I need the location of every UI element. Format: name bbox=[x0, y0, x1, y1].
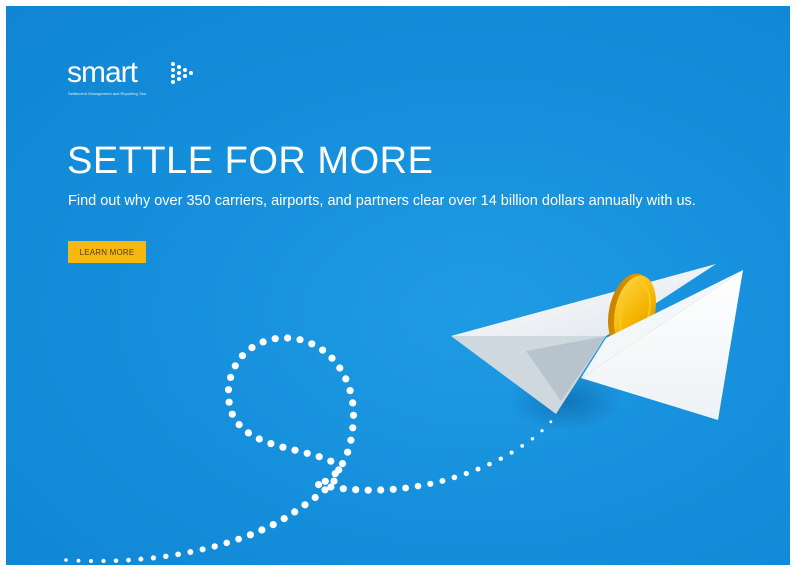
trail-dot bbox=[231, 362, 239, 370]
trail-dot bbox=[228, 410, 236, 418]
trail-dot bbox=[225, 398, 233, 406]
trail-dot bbox=[248, 344, 256, 352]
trail-dot bbox=[244, 429, 252, 437]
trail-dot bbox=[64, 558, 68, 562]
trail-dot bbox=[364, 486, 372, 494]
trail-dot bbox=[269, 521, 277, 529]
trail-dot bbox=[451, 474, 458, 481]
trail-dot bbox=[336, 364, 344, 372]
trail-dot bbox=[327, 457, 335, 465]
trail-dot bbox=[327, 483, 335, 491]
trail-dot bbox=[101, 558, 106, 564]
trail-dot bbox=[389, 485, 397, 493]
trail-dot bbox=[339, 485, 347, 493]
trail-dot bbox=[113, 558, 119, 563]
trail-dot bbox=[246, 531, 254, 539]
trail-dot bbox=[279, 443, 287, 451]
trail-dot bbox=[540, 429, 544, 433]
trail-dot bbox=[349, 411, 358, 419]
trail-dot bbox=[223, 539, 230, 547]
trail-dot bbox=[346, 387, 354, 395]
page-frame: smart Settlement Management and Reportin… bbox=[0, 0, 796, 571]
trail-dot bbox=[267, 440, 275, 448]
trail-dot bbox=[258, 526, 266, 534]
trail-dot bbox=[509, 450, 514, 455]
trail-dot bbox=[463, 470, 469, 477]
trail-dot bbox=[76, 558, 81, 563]
trail-dot bbox=[187, 549, 194, 555]
trail-dot bbox=[199, 546, 206, 553]
trail-dot bbox=[211, 543, 218, 550]
trail-dot bbox=[349, 424, 357, 432]
trail-dot bbox=[319, 346, 327, 354]
trail-dot bbox=[259, 338, 267, 346]
hero-illustration bbox=[64, 264, 743, 564]
trail-dot bbox=[344, 448, 352, 456]
trail-dot bbox=[150, 555, 156, 561]
trail-dot bbox=[291, 446, 299, 454]
trail-dot bbox=[439, 477, 446, 484]
trail-dot bbox=[308, 340, 316, 348]
trail-dot bbox=[498, 456, 503, 461]
trail-dot bbox=[352, 486, 360, 494]
trail-dot bbox=[414, 482, 422, 490]
trail-dot bbox=[402, 484, 410, 492]
trail-dot bbox=[349, 399, 357, 407]
trail-dot bbox=[235, 421, 243, 429]
trail-dot bbox=[342, 375, 350, 383]
trail-dot bbox=[549, 420, 553, 424]
trail-dot bbox=[175, 551, 181, 558]
hero-banner: smart Settlement Management and Reportin… bbox=[6, 6, 790, 565]
trail-dot bbox=[328, 354, 336, 362]
trail-dot bbox=[530, 436, 535, 441]
trail-dot bbox=[338, 460, 347, 468]
trail-dot bbox=[227, 373, 235, 381]
trail-dot bbox=[163, 553, 169, 560]
dotted-trail bbox=[64, 334, 553, 564]
trail-dot bbox=[377, 486, 385, 494]
trail-dot bbox=[487, 461, 492, 467]
trail-dot bbox=[224, 386, 233, 394]
trail-dot bbox=[284, 334, 292, 342]
trail-dot bbox=[315, 481, 323, 489]
trail-dot bbox=[235, 535, 242, 543]
trail-dot bbox=[255, 435, 263, 443]
trail-dot bbox=[315, 453, 323, 461]
trail-dot bbox=[126, 557, 131, 563]
trail-dot bbox=[520, 444, 525, 448]
trail-dot bbox=[280, 515, 288, 523]
trail-dot bbox=[291, 508, 299, 516]
trail-dot bbox=[427, 480, 434, 487]
trail-dot bbox=[271, 335, 279, 343]
trail-dot bbox=[88, 558, 94, 564]
trail-dot bbox=[475, 466, 481, 472]
trail-dot bbox=[301, 501, 309, 509]
trail-dot bbox=[311, 493, 319, 502]
trail-dot bbox=[303, 449, 311, 457]
trail-dot bbox=[347, 436, 355, 444]
trail-dot bbox=[238, 352, 247, 360]
trail-dot bbox=[296, 336, 304, 344]
trail-dot bbox=[138, 556, 144, 562]
trail-dot bbox=[331, 470, 339, 478]
trail-dot bbox=[321, 477, 329, 485]
